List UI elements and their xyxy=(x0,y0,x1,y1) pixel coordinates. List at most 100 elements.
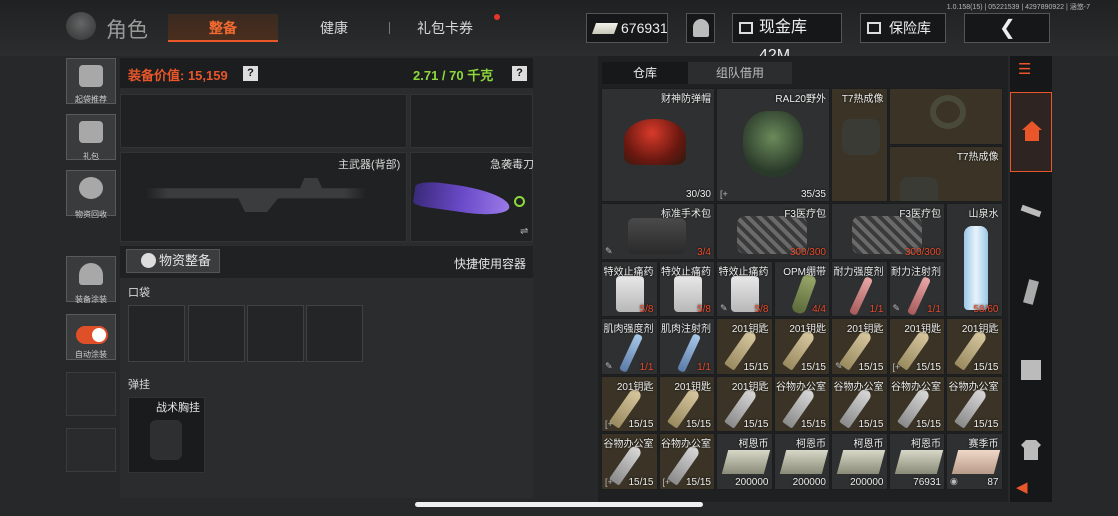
storage-item[interactable]: 谷物办公室 15/15 xyxy=(946,375,1003,432)
item-name: 谷物办公室 xyxy=(948,381,999,393)
storage-item[interactable]: 耐力注射剂 1/1 ✎ xyxy=(888,260,945,317)
empty-nav-slot xyxy=(66,428,116,472)
storage-item[interactable]: 肌肉强度剂 1/1 ✎ xyxy=(601,318,658,375)
pocket-slot[interactable] xyxy=(247,305,304,362)
tab-gift-coupons[interactable]: 礼包卡券 xyxy=(404,14,486,42)
item-name: 201钥匙 xyxy=(904,324,941,335)
item-count: 1/1 xyxy=(697,361,711,373)
help-icon[interactable]: ? xyxy=(512,66,527,81)
item-name: 谷物办公室 xyxy=(891,381,941,393)
item-name: 201钥匙 xyxy=(616,381,654,393)
recycle-icon xyxy=(79,177,103,199)
pocket-slot[interactable] xyxy=(188,305,245,362)
secondary-weapon-slot[interactable] xyxy=(120,94,407,148)
back-button[interactable]: ❮ xyxy=(964,13,1050,43)
knife-ring-icon xyxy=(514,196,525,207)
money-display[interactable]: 676931 xyxy=(586,13,668,43)
storage-item[interactable]: 特效止痛药 5/8 xyxy=(601,260,658,317)
character-icon xyxy=(66,12,96,40)
storage-item[interactable]: 201钥匙 15/15 xyxy=(658,375,715,432)
pocket-slot[interactable] xyxy=(128,305,185,362)
pocket-slot[interactable] xyxy=(306,305,363,362)
empty-nav-slot xyxy=(66,372,116,416)
item-count: 35/35 xyxy=(800,189,826,200)
storage-item[interactable]: 肌肉注射剂 1/1 xyxy=(658,318,715,375)
auto-paint-toggle[interactable] xyxy=(76,326,108,344)
storage-item[interactable]: 谷物办公室 15/15 [+ xyxy=(658,433,715,490)
storage-item[interactable] xyxy=(888,88,1003,145)
collapse-icon[interactable]: ◀ xyxy=(1016,478,1028,496)
backpack-recommend-icon xyxy=(79,65,103,87)
item-tag-icon: [+ xyxy=(605,476,613,487)
tab-divider xyxy=(389,22,390,34)
supply-button[interactable]: 物资整备 xyxy=(126,249,220,273)
storage-item[interactable]: 标准手术包 3/4 ✎ xyxy=(601,203,715,260)
category-ammo[interactable] xyxy=(1010,252,1052,332)
storage-item[interactable]: F3医疗包 300/300 xyxy=(831,203,945,260)
cash-vault-button[interactable]: 现金库 42M xyxy=(732,13,842,64)
filter-icon[interactable]: ☰ xyxy=(1018,62,1040,78)
storage-item[interactable]: 柯恩币 200000 xyxy=(716,433,773,490)
chest-rig-label: 战术胸挂 xyxy=(156,402,200,414)
storage-item[interactable]: 山泉水 58/60 xyxy=(946,203,1003,317)
money-value: 676931 xyxy=(621,20,668,36)
storage-item[interactable]: T7热成像 xyxy=(831,88,888,202)
storage-item[interactable]: 耐力强度剂 1/1 xyxy=(831,260,888,317)
season-coin-icon xyxy=(951,450,1001,474)
storage-item[interactable]: 谷物办公室 15/15 xyxy=(888,375,945,432)
water-bottle-icon xyxy=(964,226,988,310)
storage-item[interactable]: 谷物办公室 15/15 xyxy=(773,375,830,432)
storage-item[interactable]: 赛季币 87 ◉ xyxy=(946,433,1003,490)
profile-button[interactable] xyxy=(686,13,715,43)
tab-warehouse[interactable]: 仓库 xyxy=(602,62,688,84)
gas-mask-icon xyxy=(743,111,803,177)
item-count: 87 xyxy=(987,476,999,488)
quick-use-link[interactable]: 快捷使用容器 xyxy=(454,255,526,272)
item-name: F3医疗包 xyxy=(899,209,941,220)
item-tag-icon: [+ xyxy=(892,361,901,372)
tab-loadout[interactable]: 整备 xyxy=(168,14,278,42)
item-count: 5/8 xyxy=(639,304,654,315)
safe-vault-label: 保险库 xyxy=(889,20,931,36)
item-name: 赛季币 xyxy=(968,439,999,450)
tab-health[interactable]: 健康 xyxy=(288,14,380,42)
storage-item[interactable]: 201钥匙 15/15 [+ xyxy=(601,375,658,432)
home-icon xyxy=(1022,121,1042,141)
storage-item[interactable]: RAL20野外 35/35 [+ xyxy=(716,88,830,202)
thermal-scope-icon xyxy=(842,119,880,155)
help-icon[interactable]: ? xyxy=(243,66,258,81)
storage-item[interactable]: 201钥匙 15/15 xyxy=(773,318,830,375)
storage-item[interactable]: 财神防弹帽 30/30 xyxy=(601,88,715,202)
storage-item[interactable]: 柯恩币 76931 xyxy=(888,433,945,490)
storage-item[interactable]: 特效止痛药 5/8 ✎ xyxy=(716,260,773,317)
sidearm-slot[interactable] xyxy=(410,94,533,148)
avatar-icon xyxy=(693,19,709,37)
swap-icon[interactable]: ⇌ xyxy=(520,226,528,237)
storage-item[interactable]: 谷物办公室 15/15 [+ xyxy=(601,433,658,490)
storage-item[interactable]: 201钥匙 15/15 ✎ xyxy=(831,318,888,375)
storage-grid: 财神防弹帽 30/30 RAL20野外 35/35 [+ T7热成像 T7热成像 标准手术包 3… xyxy=(601,88,1005,500)
thermal-scope-icon xyxy=(899,176,938,202)
melee-label: 急袭毒刀 xyxy=(490,159,534,171)
storage-item[interactable]: T7热成像 xyxy=(888,145,1003,202)
category-items[interactable] xyxy=(1010,332,1052,412)
item-count: 1/1 xyxy=(869,304,884,315)
item-name: 201钥匙 xyxy=(674,381,711,393)
safe-vault-button[interactable]: 保险库 xyxy=(860,13,946,43)
safe-icon xyxy=(867,22,881,34)
storage-item[interactable]: 201钥匙 15/15 [+ xyxy=(888,318,945,375)
item-tag-icon: [+ xyxy=(720,189,728,199)
storage-item[interactable]: 特效止痛药 5/8 xyxy=(658,260,715,317)
storage-item[interactable]: 201钥匙 15/15 xyxy=(946,318,1003,375)
storage-item[interactable]: 201钥匙 15/15 xyxy=(716,375,773,432)
storage-item[interactable]: 201钥匙 15/15 xyxy=(716,318,773,375)
tab-team-borrow[interactable]: 组队借用 xyxy=(690,62,790,84)
storage-item[interactable]: 柯恩币 200000 xyxy=(773,433,830,490)
storage-item[interactable]: OPM绷带 4/4 xyxy=(773,260,830,317)
storage-item[interactable]: 谷物办公室 15/15 xyxy=(831,375,888,432)
storage-item[interactable]: 柯恩币 200000 xyxy=(831,433,888,490)
category-home[interactable] xyxy=(1010,92,1052,172)
category-weapons[interactable] xyxy=(1010,172,1052,252)
surgical-kit-icon xyxy=(628,218,686,254)
storage-item[interactable]: F3医疗包 300/300 xyxy=(716,203,830,260)
